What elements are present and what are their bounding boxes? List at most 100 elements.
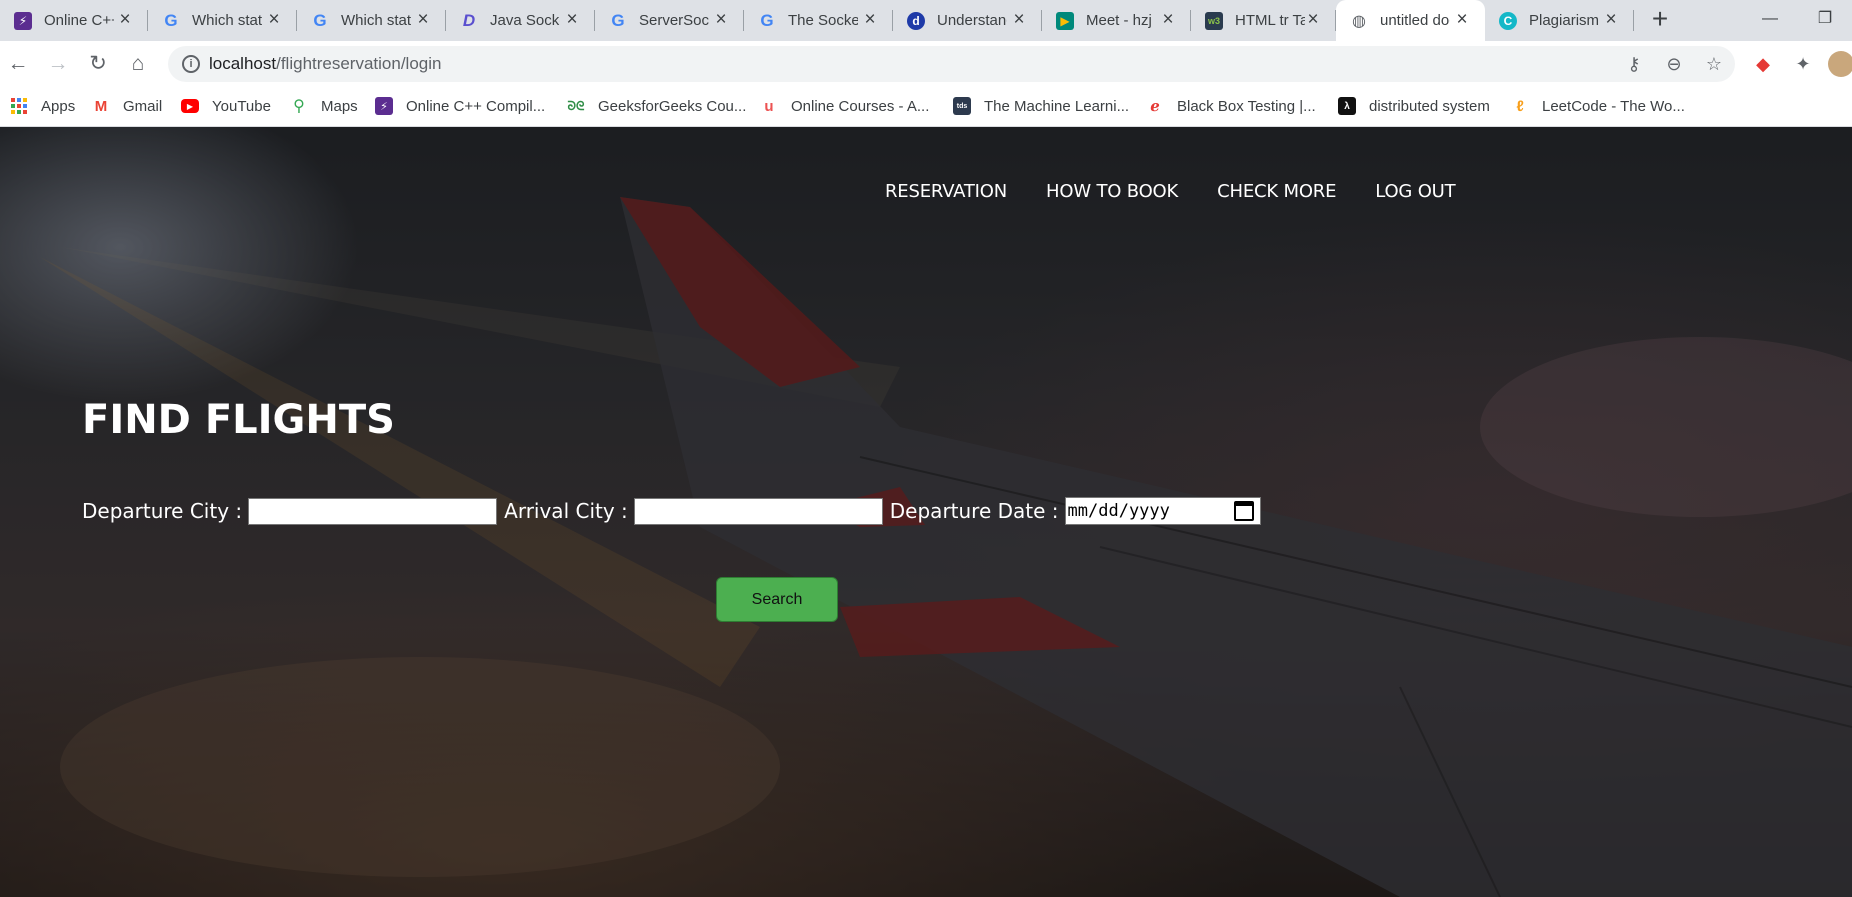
- menu-reservation[interactable]: RESERVATION: [885, 181, 1007, 202]
- gfg-icon: ᘐᘓ: [567, 98, 585, 113]
- close-icon[interactable]: ×: [1453, 10, 1471, 29]
- tab-0[interactable]: ⚡ Online C++ ×: [0, 0, 148, 41]
- extensions-puzzle-icon[interactable]: ✦: [1791, 52, 1815, 76]
- profile-avatar[interactable]: [1828, 51, 1852, 77]
- tab-title: untitled document: [1380, 12, 1450, 29]
- leetcode-icon: ℓ: [1516, 97, 1524, 115]
- bookmark-label: Gmail: [123, 97, 163, 115]
- arrival-city-input[interactable]: [633, 497, 883, 525]
- tab-7[interactable]: ▶ Meet - hzj ×: [1042, 0, 1191, 41]
- tab-6[interactable]: d Understanding ×: [893, 0, 1042, 41]
- departure-date-input[interactable]: mm/dd/yyyy: [1064, 497, 1261, 525]
- close-icon[interactable]: ×: [414, 10, 432, 29]
- tab-5[interactable]: G The Socket ×: [744, 0, 893, 41]
- menu-how-to-book[interactable]: HOW TO BOOK: [1046, 181, 1178, 202]
- udemy-icon: u: [764, 97, 774, 115]
- d-circle-icon: d: [907, 11, 925, 30]
- close-icon[interactable]: ×: [1602, 10, 1620, 29]
- arrival-city-label: Arrival City :: [504, 499, 628, 523]
- bookmark-black-box[interactable]: ℯ Black Box Testing |...: [1146, 94, 1316, 118]
- departure-city-label: Departure City :: [82, 499, 243, 523]
- pocket-extension-icon[interactable]: ◆: [1751, 52, 1775, 76]
- tab-title: Online C++: [44, 12, 114, 29]
- url-host: localhost: [209, 54, 277, 73]
- browser-toolbar: ← → ↻ ⌂ i localhost/flightreservation/lo…: [0, 41, 1852, 86]
- page-title: FIND FLIGHTS: [82, 397, 395, 443]
- tab-title: Meet - hzj: [1086, 12, 1152, 29]
- bookmark-label: LeetCode - The Wo...: [1542, 97, 1685, 115]
- w3-icon: w3: [1205, 11, 1223, 30]
- close-icon[interactable]: ×: [563, 10, 581, 29]
- back-button[interactable]: ←: [4, 50, 32, 78]
- bookmark-gmail[interactable]: M Gmail: [92, 94, 162, 118]
- apps-grid-icon: [10, 97, 28, 115]
- tab-title: ServerSocket: [639, 12, 709, 29]
- bookmark-geeksforgeeks[interactable]: ᘐᘓ GeeksforGeeks Cou...: [567, 94, 747, 118]
- bookmark-online-courses[interactable]: u Online Courses - A...: [760, 94, 929, 118]
- search-button[interactable]: Search: [716, 577, 838, 622]
- close-icon[interactable]: ×: [861, 10, 879, 29]
- tab-title: The Socket: [788, 12, 858, 29]
- tab-title: Plagiarism: [1529, 12, 1599, 29]
- bookmark-label: YouTube: [212, 97, 271, 115]
- departure-date-label: Departure Date :: [889, 499, 1059, 523]
- tab-separator: [1633, 10, 1634, 31]
- minimize-button[interactable]: —: [1750, 4, 1790, 34]
- forward-button[interactable]: →: [44, 50, 72, 78]
- tab-1[interactable]: G Which static ×: [148, 0, 297, 41]
- c-logo-icon: C: [1499, 11, 1517, 30]
- lightning-icon: ⚡: [14, 11, 32, 30]
- lambda-icon: λ: [1338, 97, 1356, 115]
- key-icon[interactable]: ⚷: [1622, 52, 1646, 76]
- gmail-icon: M: [94, 97, 108, 115]
- tab-3[interactable]: D Java Socket ×: [446, 0, 595, 41]
- bookmark-label: distributed system: [1369, 97, 1490, 115]
- bookmark-apps[interactable]: Apps: [10, 94, 75, 118]
- star-icon[interactable]: ☆: [1702, 52, 1726, 76]
- close-icon[interactable]: ×: [265, 10, 283, 29]
- google-icon: G: [760, 10, 774, 30]
- zoom-out-icon[interactable]: ⊖: [1662, 52, 1686, 76]
- menu-check-more[interactable]: CHECK MORE: [1217, 181, 1336, 202]
- calendar-icon[interactable]: [1233, 501, 1254, 521]
- close-icon[interactable]: ×: [116, 10, 134, 29]
- close-icon[interactable]: ×: [1010, 10, 1028, 29]
- close-icon[interactable]: ×: [712, 10, 730, 29]
- bookmark-label: Maps: [321, 97, 358, 115]
- search-form: Departure City : Arrival City : Departur…: [82, 497, 1261, 525]
- tds-icon: tds: [953, 97, 971, 115]
- tab-9-active[interactable]: ◍ untitled document ×: [1336, 0, 1485, 41]
- tab-title: Which static: [192, 12, 262, 29]
- date-placeholder: mm/dd/yyyy: [1067, 501, 1170, 521]
- close-icon[interactable]: ×: [1304, 10, 1322, 29]
- bookmark-maps[interactable]: ⚲ Maps: [290, 94, 358, 118]
- url-text[interactable]: localhost/flightreservation/login: [209, 54, 441, 74]
- reload-button[interactable]: ↻: [84, 50, 112, 78]
- google-icon: G: [313, 10, 327, 30]
- departure-city-input[interactable]: [248, 497, 498, 525]
- flight-page: RESERVATION HOW TO BOOK CHECK MORE LOG O…: [0, 127, 1852, 897]
- maps-pin-icon: ⚲: [293, 98, 305, 115]
- bookmark-machine-learning[interactable]: tds The Machine Learni...: [953, 94, 1129, 118]
- bookmark-distributed-system[interactable]: λ distributed system: [1338, 94, 1490, 118]
- info-icon[interactable]: i: [182, 55, 200, 73]
- tab-4[interactable]: G ServerSocket ×: [595, 0, 744, 41]
- bookmark-label: The Machine Learni...: [984, 97, 1130, 115]
- tab-8[interactable]: w3 HTML tr Tag ×: [1191, 0, 1336, 41]
- bookmarks-bar: Apps M Gmail ▶ YouTube ⚲ Maps ⚡ Online C…: [0, 86, 1852, 127]
- close-icon[interactable]: ×: [1159, 10, 1177, 29]
- tab-title: Which static: [341, 12, 411, 29]
- bookmark-leetcode[interactable]: ℓ LeetCode - The Wo...: [1511, 94, 1685, 118]
- youtube-icon: ▶: [181, 99, 199, 113]
- globe-icon: ◍: [1352, 12, 1366, 30]
- tab-10[interactable]: C Plagiarism ×: [1485, 0, 1634, 41]
- bookmark-youtube[interactable]: ▶ YouTube: [181, 94, 271, 118]
- restore-button[interactable]: ❐: [1805, 4, 1845, 34]
- menu-log-out[interactable]: LOG OUT: [1375, 181, 1455, 202]
- tab-2[interactable]: G Which static ×: [297, 0, 446, 41]
- address-bar[interactable]: i localhost/flightreservation/login ⚷ ⊖ …: [168, 46, 1735, 82]
- bookmark-online-cpp[interactable]: ⚡ Online C++ Compil...: [375, 94, 545, 118]
- home-button[interactable]: ⌂: [124, 50, 152, 78]
- new-tab-button[interactable]: +: [1646, 5, 1674, 34]
- bookmark-label: Black Box Testing |...: [1177, 97, 1316, 115]
